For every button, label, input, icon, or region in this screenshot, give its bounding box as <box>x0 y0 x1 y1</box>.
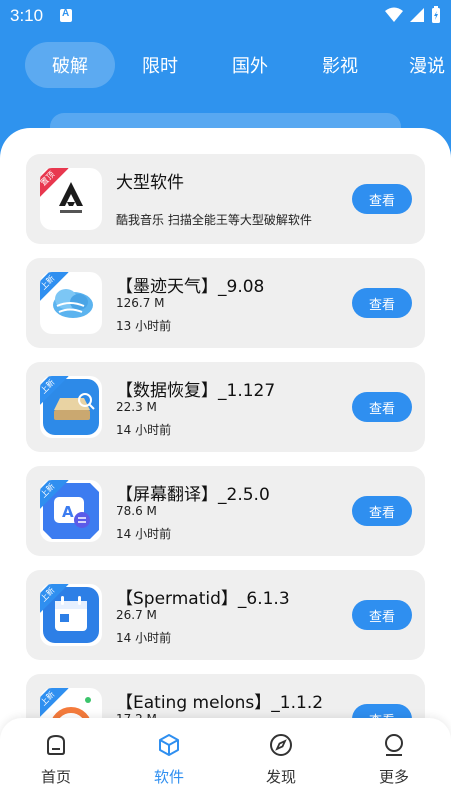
app-list-panel: 置顶 大型软件 酷我音乐 扫描全能王等大型破解软件 查看 上新 【墨迹天气】_9… <box>0 128 451 803</box>
nav-label: 发现 <box>265 768 296 786</box>
item-size: 78.6 M <box>116 504 157 518</box>
tab-comic[interactable]: 漫说 <box>385 42 445 88</box>
category-tabs: 破解 限时 国外 影视 漫说 <box>25 42 445 88</box>
list-item[interactable]: 上新 【墨迹天气】_9.08 126.7 M 13 小时前 查看 <box>26 258 425 348</box>
view-button[interactable]: 查看 <box>352 392 412 422</box>
item-title: 【Spermatid】_6.1.3 <box>116 589 290 609</box>
bottom-navigation: 首页 软件 发现 更多 <box>0 718 451 803</box>
compass-icon <box>270 734 292 756</box>
wifi-icon <box>385 7 403 22</box>
calendar-icon: 上新 <box>40 584 102 646</box>
item-time: 14 小时前 <box>116 527 172 541</box>
item-title: 【Eating melons】_1.1.2 <box>116 693 324 713</box>
tab-limited[interactable]: 限时 <box>115 42 205 88</box>
item-title: 【墨迹天气】_9.08 <box>116 277 265 297</box>
item-title: 【屏幕翻译】_2.5.0 <box>116 485 270 505</box>
nav-home[interactable]: 首页 <box>16 732 96 787</box>
translate-icon: A 上新 <box>40 480 102 542</box>
more-icon <box>385 734 403 756</box>
home-icon <box>47 734 65 755</box>
item-title: 大型软件 <box>116 173 184 193</box>
item-size: 26.7 M <box>116 608 157 622</box>
nav-discover[interactable]: 发现 <box>241 732 321 787</box>
disk-icon: 上新 <box>40 376 102 438</box>
view-button[interactable]: 查看 <box>352 600 412 630</box>
svg-text:A: A <box>62 503 74 521</box>
item-time: 14 小时前 <box>116 423 172 437</box>
nav-software[interactable]: 软件 <box>129 732 209 787</box>
list-item[interactable]: 上新 【Spermatid】_6.1.3 26.7 M 14 小时前 查看 <box>26 570 425 660</box>
notification-icon <box>60 8 72 22</box>
item-size: 22.3 M <box>116 400 157 414</box>
item-time: 13 小时前 <box>116 319 172 333</box>
tab-crack[interactable]: 破解 <box>25 42 115 88</box>
nav-label: 更多 <box>378 768 409 786</box>
list-item[interactable]: 上新 【数据恢复】_1.127 22.3 M 14 小时前 查看 <box>26 362 425 452</box>
logo-a-icon: 置顶 <box>40 168 102 230</box>
cube-icon <box>159 734 179 756</box>
status-bar: 3:10 <box>0 0 451 32</box>
item-desc: 酷我音乐 扫描全能王等大型破解软件 <box>116 213 312 227</box>
item-title: 【数据恢复】_1.127 <box>116 381 276 401</box>
nav-more[interactable]: 更多 <box>354 732 434 787</box>
item-size: 126.7 M <box>116 296 165 310</box>
cloud-icon: 上新 <box>40 272 102 334</box>
tab-foreign[interactable]: 国外 <box>205 42 295 88</box>
view-button[interactable]: 查看 <box>352 184 412 214</box>
view-button[interactable]: 查看 <box>352 496 412 526</box>
tab-video[interactable]: 影视 <box>295 42 385 88</box>
item-time: 14 小时前 <box>116 631 172 645</box>
list-item[interactable]: A 上新 【屏幕翻译】_2.5.0 78.6 M 14 小时前 查看 <box>26 466 425 556</box>
list-item[interactable]: 置顶 大型软件 酷我音乐 扫描全能王等大型破解软件 查看 <box>26 154 425 244</box>
signal-icon <box>410 8 424 22</box>
nav-label: 软件 <box>153 768 184 786</box>
status-time: 3:10 <box>10 6 44 25</box>
nav-label: 首页 <box>40 768 71 786</box>
system-icons <box>385 6 441 24</box>
battery-icon <box>432 6 440 23</box>
view-button[interactable]: 查看 <box>352 288 412 318</box>
